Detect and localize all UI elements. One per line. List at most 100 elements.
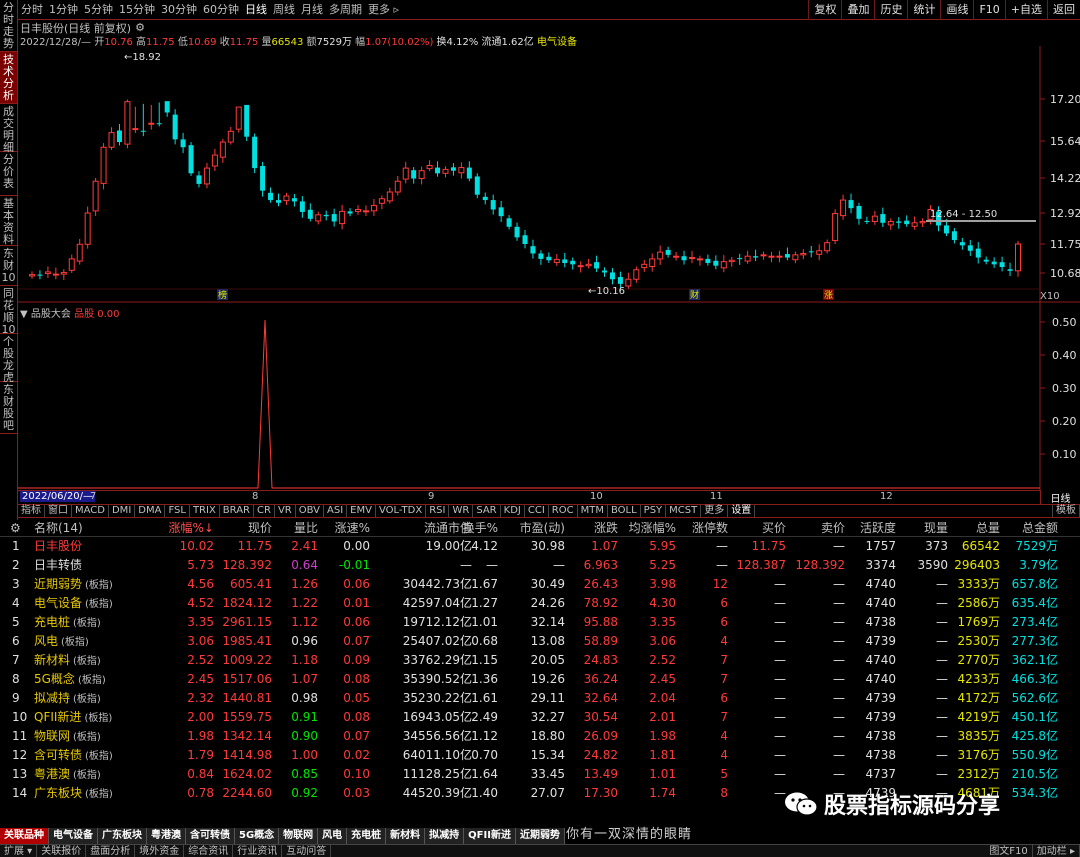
indicator-tab-12[interactable]: EMV [347,505,376,517]
bottom-tab-11[interactable]: QFII新进 [464,828,516,844]
indicator-tab-4[interactable]: DMA [135,505,166,517]
indicator-tab-10[interactable]: OBV [296,505,324,517]
table-row[interactable]: 3 近期弱势 (板指) 4.56 605.41 1.26 0.06 30442.73亿 1.67… [0,575,1080,594]
indicator-tab-9[interactable]: VR [275,505,296,517]
left-tab-6[interactable]: 同花顺10 [0,286,17,336]
indicator-tab-17[interactable]: KDJ [501,505,525,517]
indicator-tab-24[interactable]: 更多 [701,505,729,517]
table-row[interactable]: 5 充电桩 (板指) 3.35 2961.15 1.12 0.06 19712.12亿 1.01… [0,613,1080,632]
left-tab-3[interactable]: 分价表 [0,152,17,196]
status-tab-5[interactable]: 行业资讯 [233,845,283,857]
status-tab-4[interactable]: 综合资讯 [184,845,234,857]
col-header-11[interactable]: 买价 [762,519,786,537]
bottom-tab-0[interactable]: 关联品种 [0,828,49,844]
indicator-tab-11[interactable]: ASI [324,505,348,517]
col-header-9[interactable]: 均涨幅% [629,519,676,537]
status-tab-6[interactable]: 互动问答 [282,845,332,857]
bottom-tab-8[interactable]: 充电桩 [347,828,387,844]
indicator-tab-0[interactable]: 指标 [18,505,45,517]
table-row[interactable]: 1 日丰股份 10.02 11.75 2.41 0.00 19.00亿 4.12 30.98 1.… [0,537,1080,556]
toolbar-button-0[interactable]: 复权 [808,0,841,20]
status-right-0[interactable]: 图文F10 [985,845,1033,857]
indicator-tab-6[interactable]: TRIX [190,505,220,517]
toolbar-button-2[interactable]: 历史 [874,0,907,20]
period-10[interactable]: 更多 ▹ [365,0,402,20]
status-tab-0[interactable]: 扩展 ▾ [0,845,38,857]
indicator-tab-19[interactable]: ROC [549,505,578,517]
indicator-tab-5[interactable]: FSL [165,505,190,517]
col-header-4[interactable]: 涨速% [335,519,370,537]
table-row[interactable]: 4 电气设备 (板指) 4.52 1824.12 1.22 0.01 42597.04亿 1.2… [0,594,1080,613]
bottom-tab-6[interactable]: 物联网 [279,828,319,844]
indicator-tab-13[interactable]: VOL-TDX [376,505,427,517]
indicator-tab-20[interactable]: MTM [578,505,608,517]
col-header-13[interactable]: 活跃度 [860,519,896,537]
status-right-1[interactable]: 加动栏 ▸ [1033,845,1080,857]
period-0[interactable]: 分时 [18,0,46,20]
period-2[interactable]: 5分钟 [81,0,116,20]
left-tab-4[interactable]: 基本资料 [0,196,17,246]
period-5[interactable]: 60分钟 [200,0,242,20]
collapse-icon[interactable]: ▼ [20,309,28,320]
col-header-10[interactable]: 涨停数 [692,519,728,537]
toolbar-button-5[interactable]: F10 [973,0,1004,20]
col-header-6[interactable]: 换手% [463,519,498,537]
indicator-tab-15[interactable]: WR [449,505,474,517]
col-header-8[interactable]: 涨跌 [594,519,618,537]
period-3[interactable]: 15分钟 [116,0,158,20]
col-header-7[interactable]: 市盈(动) [520,519,565,537]
toolbar-button-3[interactable]: 统计 [907,0,940,20]
bottom-tab-2[interactable]: 广东板块 [98,828,147,844]
indicator-tab-14[interactable]: RSI [426,505,450,517]
indicator-tab-3[interactable]: DMI [109,505,136,517]
status-tab-1[interactable]: 关联报价 [37,845,87,857]
col-header-0[interactable]: 名称(14) [34,519,83,537]
table-row[interactable]: 13 粤港澳 (板指) 0.84 1624.02 0.85 0.10 11128.25亿 1.6… [0,765,1080,784]
table-row[interactable]: 6 风电 (板指) 3.06 1985.41 0.96 0.07 25407.02亿 0.68 1… [0,632,1080,651]
period-6[interactable]: 日线 [242,0,270,20]
indicator-tab-7[interactable]: BRAR [220,505,254,517]
col-header-14[interactable]: 现量 [924,519,948,537]
table-row[interactable]: 8 5G概念 (板指) 2.45 1517.06 1.07 0.08 35390.52亿 1.3… [0,670,1080,689]
toolbar-button-1[interactable]: 叠加 [841,0,874,20]
period-7[interactable]: 周线 [270,0,298,20]
status-tab-3[interactable]: 境外资金 [135,845,185,857]
table-row[interactable]: 2 日丰转债 5.73 128.392 0.64 -0.01 — — — 6.963 5.25 — 12… [0,556,1080,575]
table-row[interactable]: 11 物联网 (板指) 1.98 1342.14 0.90 0.07 34556.56亿 1.1… [0,727,1080,746]
bottom-tab-1[interactable]: 电气设备 [49,828,98,844]
candlestick-chart[interactable]: 17.20 15.64 14.22 12.92 11.75 10.68 0.50 0.40 0.… [18,46,1080,490]
table-row[interactable]: 9 拟减持 (板指) 2.32 1440.81 0.98 0.05 35230.22亿 1.61… [0,689,1080,708]
indicator-tab-8[interactable]: CR [254,505,275,517]
period-4[interactable]: 30分钟 [158,0,200,20]
indicator-tab-25[interactable]: 设置 [728,505,756,517]
left-tab-8[interactable]: 东财股吧 [0,382,17,434]
col-header-16[interactable]: 总金额 [1022,519,1058,537]
indicator-tab-22[interactable]: PSY [641,505,667,517]
table-row[interactable]: 7 新材料 (板指) 2.52 1009.22 1.18 0.09 33762.29亿 1.15… [0,651,1080,670]
indicator-tab-18[interactable]: CCI [525,505,549,517]
indicator-tab-21[interactable]: BOLL [608,505,641,517]
left-tab-2[interactable]: 成交明细 [0,104,17,154]
col-header-2[interactable]: 现价 [248,519,272,537]
bottom-tab-4[interactable]: 含可转债 [186,828,235,844]
bottom-tab-5[interactable]: 5G概念 [235,828,280,844]
left-tab-7[interactable]: 个股龙虎 [0,334,17,384]
period-9[interactable]: 多周期 [326,0,365,20]
col-header-3[interactable]: 量比 [294,519,318,537]
period-1[interactable]: 1分钟 [46,0,81,20]
col-header-15[interactable]: 总量 [976,519,1000,537]
period-8[interactable]: 月线 [298,0,326,20]
table-row[interactable]: 12 含可转债 (板指) 1.79 1414.98 1.00 0.02 64011.10亿 0.… [0,746,1080,765]
col-header-1[interactable]: 涨幅%↓ [169,519,214,537]
left-tab-0[interactable]: 分时走势 [0,0,17,52]
table-settings-icon[interactable]: ⚙ [10,519,21,537]
indicator-tab-16[interactable]: SAR [473,505,501,517]
bottom-tab-12[interactable]: 近期弱势 [515,828,565,844]
toolbar-button-6[interactable]: +自选 [1004,0,1047,20]
left-tab-1[interactable]: 技术分析 [0,52,17,104]
template-button[interactable]: 模板 [1052,505,1080,517]
indicator-tab-23[interactable]: MCST [666,505,702,517]
bottom-tab-7[interactable]: 风电 [318,828,348,844]
toolbar-button-4[interactable]: 画线 [940,0,973,20]
indicator-tab-2[interactable]: MACD [72,505,109,517]
